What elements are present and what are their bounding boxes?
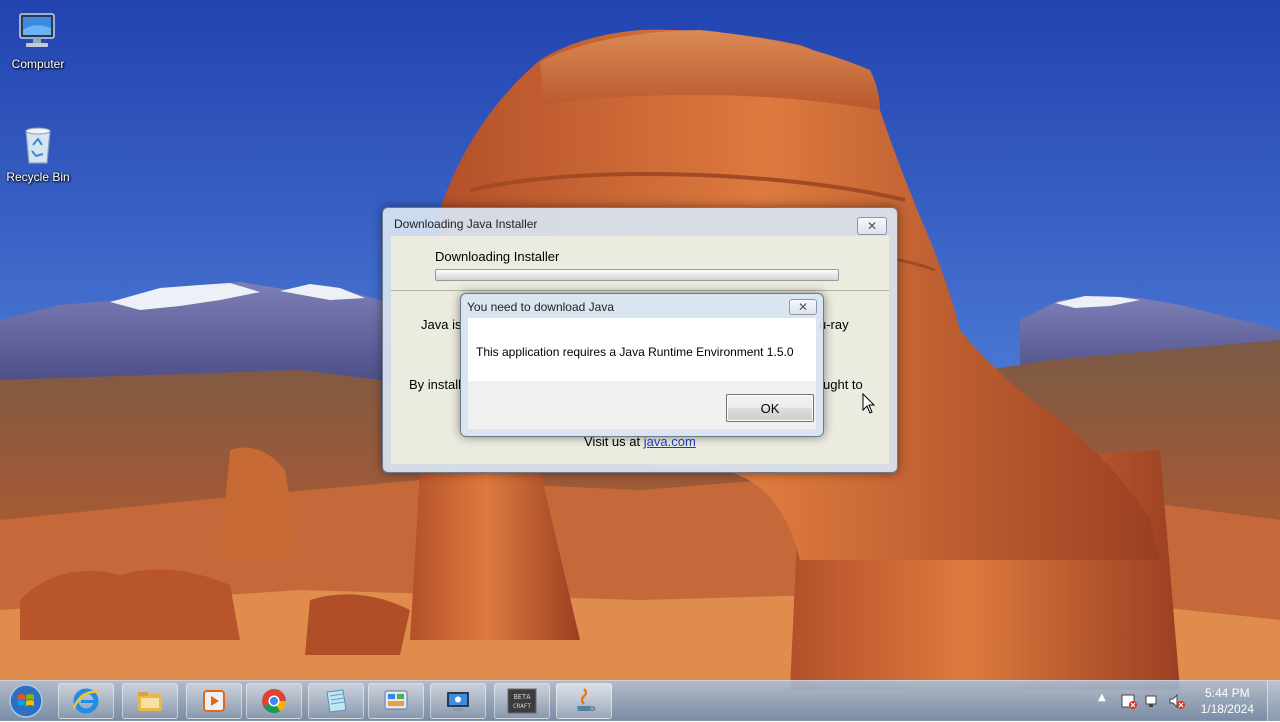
show-hidden-icons-icon[interactable]: ▲: [1098, 692, 1106, 703]
taskbar-notepad[interactable]: [308, 683, 364, 719]
media-player-icon: [203, 690, 225, 712]
action-center-icon[interactable]: [1120, 693, 1138, 709]
network-icon[interactable]: [1144, 693, 1162, 709]
body-text-fragment: ught to: [823, 377, 863, 392]
start-button[interactable]: [4, 683, 48, 719]
computer-icon: [14, 8, 62, 56]
taskbar-system-info[interactable]: [430, 683, 486, 719]
dialog-message: This application requires a Java Runtime…: [476, 345, 794, 359]
installer-heading: Downloading Installer: [435, 249, 560, 264]
desktop-icon-recycle-bin[interactable]: Recycle Bin: [0, 121, 76, 184]
taskbar-java[interactable]: [556, 683, 612, 719]
download-progress-bar: [435, 269, 839, 281]
taskbar-control-panel[interactable]: [368, 683, 424, 719]
taskbar-beta-craft[interactable]: BETA CRAFT: [494, 683, 550, 719]
clock-date: 1/18/2024: [1200, 702, 1254, 716]
java-icon: [577, 688, 596, 711]
taskbar-chrome[interactable]: [246, 683, 302, 719]
desktop-icon-label: Recycle Bin: [6, 170, 70, 184]
window-title: Downloading Java Installer: [394, 217, 538, 231]
control-panel-icon: [384, 690, 408, 710]
windows-start-icon: [9, 684, 43, 718]
close-icon: ✕: [797, 300, 809, 314]
body-text-fragment: By install: [409, 377, 462, 392]
chrome-icon: [262, 689, 286, 714]
internet-explorer-icon: [72, 688, 100, 714]
message-area: This application requires a Java Runtime…: [468, 318, 816, 381]
divider: [391, 290, 889, 291]
desktop-icon-label: Computer: [11, 57, 65, 71]
beta-craft-icon: BETA CRAFT: [507, 688, 537, 714]
desktop-icon-computer[interactable]: Computer: [0, 8, 76, 71]
taskbar-file-explorer[interactable]: [122, 683, 178, 719]
alert-dialog: You need to download Java ✕ This applica…: [460, 293, 824, 437]
svg-text:CRAFT: CRAFT: [513, 703, 531, 710]
ok-button[interactable]: OK: [726, 394, 814, 422]
mouse-cursor-icon: [862, 392, 876, 415]
beta-craft-label: BETA: [514, 693, 532, 701]
file-explorer-icon: [138, 692, 162, 711]
recycle-bin-icon: [14, 121, 62, 169]
close-icon: ✕: [866, 219, 878, 233]
volume-muted-icon[interactable]: [1168, 693, 1186, 709]
installer-close-button[interactable]: ✕: [857, 217, 887, 235]
system-tray: ▲ 5:44 PM 1/18/2024: [1090, 681, 1280, 721]
dialog-content: This application requires a Java Runtime…: [468, 318, 816, 429]
notepad-icon: [326, 689, 347, 713]
taskbar: BETA CRAFT ▲ 5:44 PM 1/18/2024: [0, 680, 1280, 721]
dialog-title: You need to download Java: [467, 300, 615, 314]
show-desktop-button[interactable]: [1267, 681, 1280, 721]
clock[interactable]: 5:44 PM 1/18/2024: [1201, 685, 1254, 717]
dialog-close-button[interactable]: ✕: [789, 299, 817, 315]
system-info-icon: [447, 692, 469, 711]
body-text-fragment: Java is: [421, 317, 462, 332]
taskbar-media-player[interactable]: [186, 683, 242, 719]
taskbar-internet-explorer[interactable]: [58, 683, 114, 719]
clock-time: 5:44 PM: [1204, 686, 1250, 700]
